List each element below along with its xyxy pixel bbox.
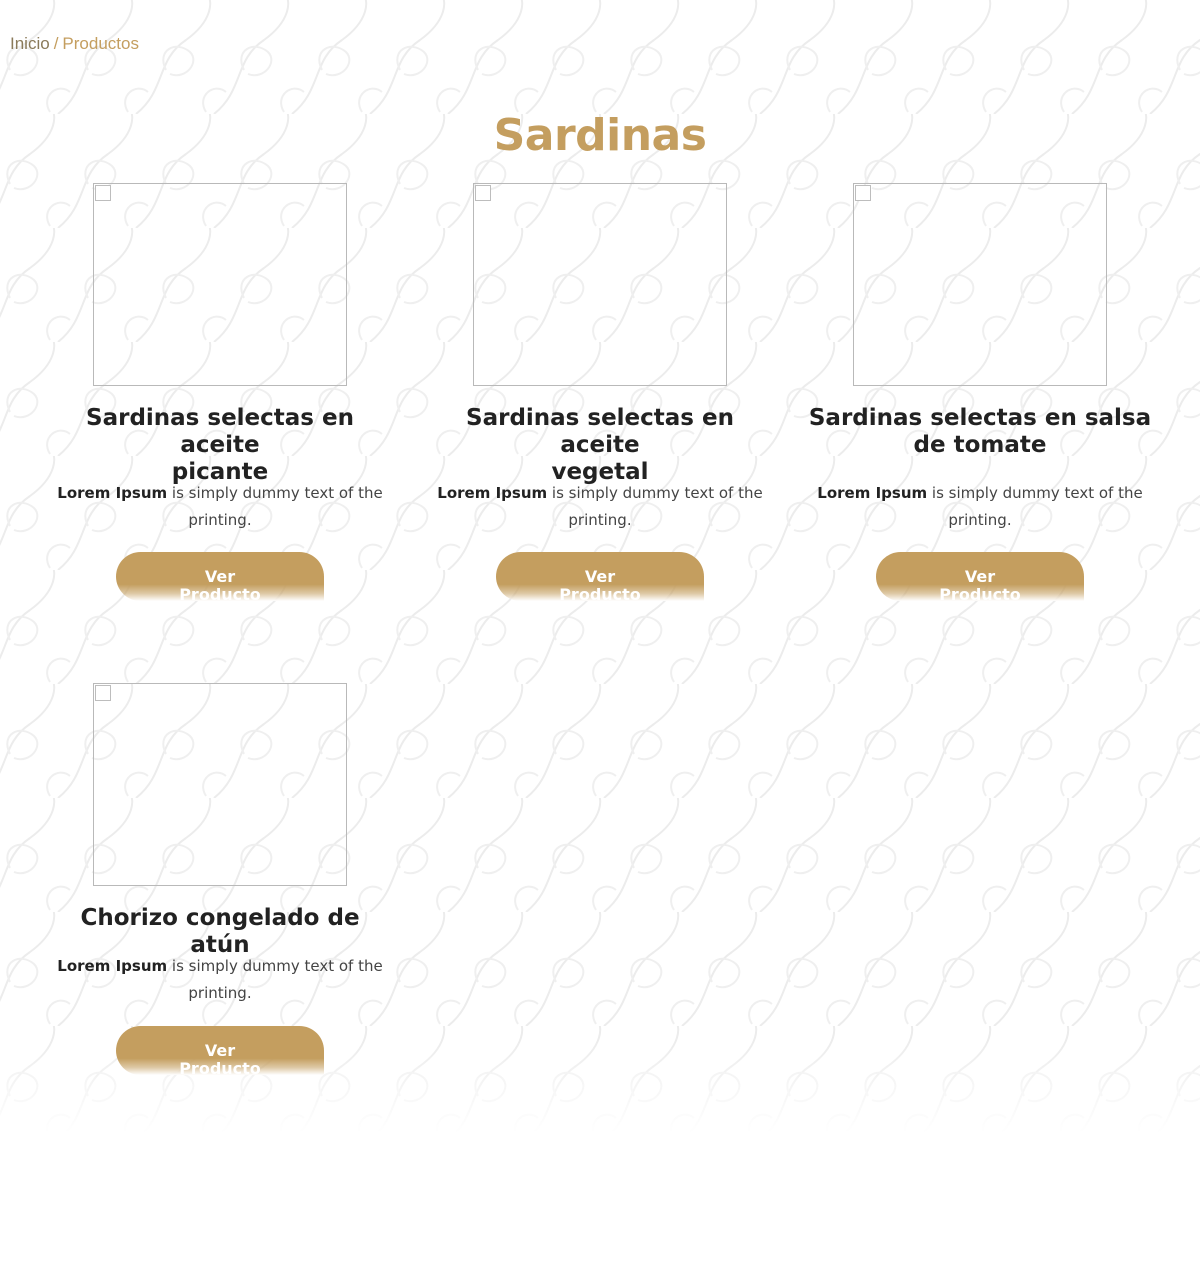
broken-image-icon <box>95 685 111 701</box>
product-description: Lorem Ipsum is simply dummy text of the … <box>428 480 772 534</box>
product-title-line: Sardinas selectas en aceite <box>86 405 354 458</box>
breadcrumb: Inicio / Productos <box>10 33 139 55</box>
broken-image-icon <box>95 185 111 201</box>
description-text: is simply dummy text of the <box>171 484 383 502</box>
product-title-line: Sardinas selectas en aceite <box>466 405 734 458</box>
product-title: Chorizo congelado de atún <box>48 905 392 959</box>
description-text: is simply dummy text of the <box>931 484 1143 502</box>
button-label: Producto <box>559 585 641 602</box>
product-image[interactable] <box>93 683 347 886</box>
product-image[interactable] <box>473 183 727 386</box>
product-description: Lorem Ipsum is simply dummy text of the … <box>48 953 392 1007</box>
description-text: printing. <box>188 511 252 529</box>
product-title: Sardinas selectas en aceite picante <box>48 405 392 486</box>
description-bold: Lorem Ipsum <box>57 484 168 502</box>
description-text: printing. <box>568 511 632 529</box>
product-title-line: Chorizo congelado de atún <box>80 905 360 958</box>
button-label: Producto <box>179 585 261 602</box>
product-description: Lorem Ipsum is simply dummy text of the … <box>808 480 1152 534</box>
page-title: Sardinas <box>493 110 707 161</box>
broken-image-icon <box>855 185 871 201</box>
description-text: printing. <box>188 984 252 1002</box>
product-title-line: de tomate <box>913 432 1047 458</box>
product-description: Lorem Ipsum is simply dummy text of the … <box>48 480 392 534</box>
button-label: Producto <box>179 1059 261 1076</box>
view-product-button[interactable]: Ver Producto <box>116 1026 324 1075</box>
product-title-line: Sardinas selectas en salsa <box>808 405 1152 431</box>
breadcrumb-current: Productos <box>62 34 139 53</box>
view-product-button[interactable]: Ver Producto <box>496 552 704 601</box>
view-product-button[interactable]: Ver Producto <box>116 552 324 601</box>
description-text: printing. <box>948 511 1012 529</box>
button-label: Ver <box>964 567 996 586</box>
button-label: Producto <box>939 585 1021 602</box>
description-bold: Lorem Ipsum <box>817 484 928 502</box>
product-title: Sardinas selectas en salsa de tomate <box>808 405 1152 459</box>
broken-image-icon <box>475 185 491 201</box>
button-label: Ver <box>584 567 616 586</box>
breadcrumb-home-link[interactable]: Inicio <box>10 34 50 53</box>
product-image[interactable] <box>853 183 1107 386</box>
description-text: is simply dummy text of the <box>551 484 763 502</box>
description-text: is simply dummy text of the <box>171 957 383 975</box>
button-label: Ver <box>204 567 236 586</box>
description-bold: Lorem Ipsum <box>437 484 548 502</box>
product-title: Sardinas selectas en aceite vegetal <box>428 405 772 486</box>
page: Inicio / Productos Sardinas Sardinas selec… <box>0 0 1200 1276</box>
view-product-button[interactable]: Ver Producto <box>876 552 1084 601</box>
button-label: Ver <box>204 1041 236 1060</box>
breadcrumb-separator: / <box>53 34 59 53</box>
description-bold: Lorem Ipsum <box>57 957 168 975</box>
product-image[interactable] <box>93 183 347 386</box>
